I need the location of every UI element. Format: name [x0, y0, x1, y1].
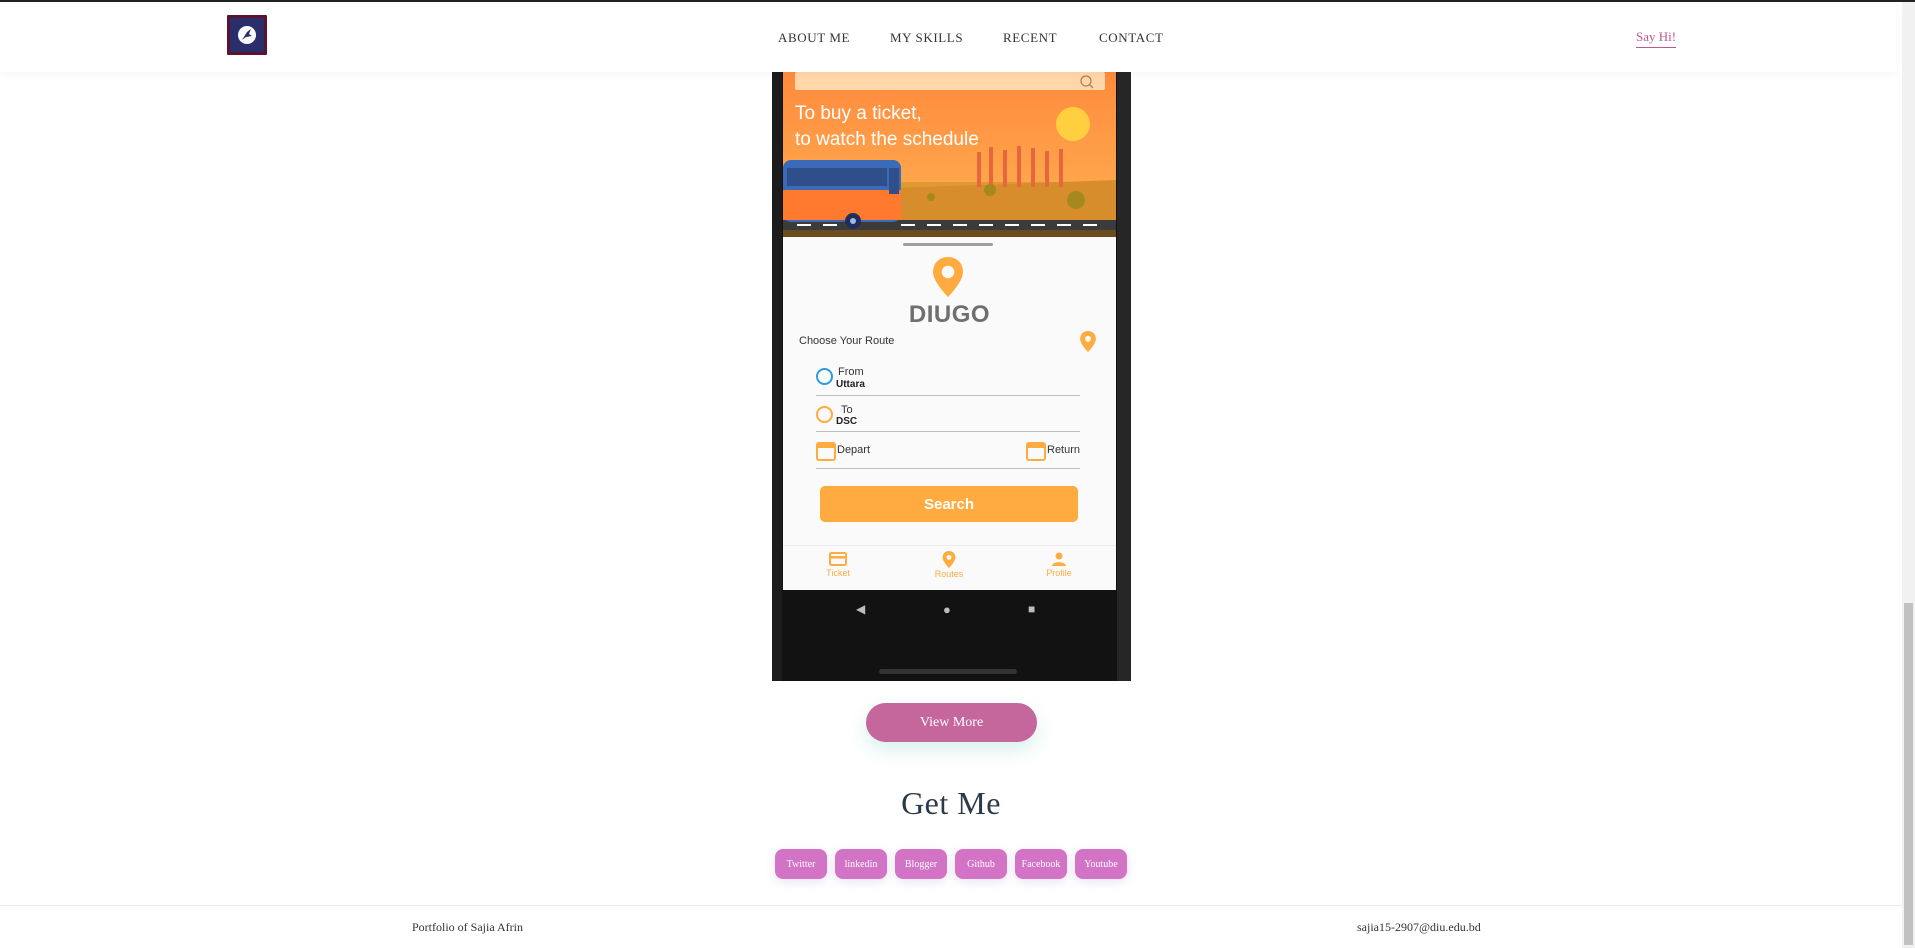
- nav-contact[interactable]: CONTACT: [1099, 30, 1164, 46]
- banner-line-1: To buy a ticket,: [795, 103, 922, 124]
- app-screen: To buy a ticket, to watch the schedule D…: [783, 72, 1116, 590]
- depart-label[interactable]: Depart: [837, 444, 870, 456]
- nav-recent[interactable]: RECENT: [1003, 30, 1057, 46]
- phone-bezel-left: [772, 72, 782, 681]
- phone-bezel-right: [1117, 72, 1131, 681]
- blogger-button[interactable]: Blogger: [895, 849, 947, 879]
- footer-email[interactable]: sajia15-2907@diu.edu.bd: [1357, 920, 1481, 935]
- twitter-button[interactable]: Twitter: [775, 849, 827, 879]
- logo-figure-icon: [238, 26, 256, 44]
- to-value: DSC: [836, 416, 858, 427]
- routes-pin-icon: [942, 551, 956, 568]
- get-me-heading: Get Me: [901, 785, 1001, 821]
- tab-ticket[interactable]: Ticket: [808, 551, 868, 578]
- banner-illustration: To buy a ticket, to watch the schedule: [783, 72, 1116, 237]
- choose-route-label: Choose Your Route: [799, 335, 895, 347]
- from-value: Uttara: [836, 379, 865, 390]
- from-field[interactable]: From Uttara: [816, 359, 1080, 396]
- footer-portfolio-text: Portfolio of Sajia Afrin: [412, 920, 523, 934]
- tab-ticket-label: Ticket: [826, 568, 850, 578]
- ticket-icon: [829, 552, 847, 566]
- logo-mark: [230, 18, 264, 52]
- search-button[interactable]: Search: [820, 486, 1078, 522]
- recents-icon[interactable]: ■: [1028, 602, 1035, 617]
- github-button[interactable]: Github: [955, 849, 1007, 879]
- dates-field: Depart Return: [816, 431, 1080, 469]
- depart-calendar-icon[interactable]: [816, 440, 836, 461]
- page-scrollbar-thumb[interactable]: [1904, 603, 1913, 945]
- site-logo[interactable]: [227, 15, 267, 55]
- view-more-button[interactable]: View More: [866, 703, 1037, 742]
- nav-about-me[interactable]: ABOUT ME: [778, 30, 850, 46]
- from-circle-icon: [816, 368, 833, 385]
- to-circle-icon: [816, 406, 833, 423]
- say-hi-link[interactable]: Say Hi!: [1636, 29, 1677, 48]
- linkedin-button[interactable]: linkedin: [835, 849, 887, 879]
- return-label[interactable]: Return: [1047, 444, 1080, 456]
- home-icon[interactable]: ●: [943, 602, 951, 618]
- phone-chin-bar: [879, 669, 1017, 674]
- bus-graphic: [783, 160, 901, 229]
- tab-routes[interactable]: Routes: [919, 551, 979, 579]
- tab-profile[interactable]: Profile: [1029, 551, 1089, 578]
- current-location-icon[interactable]: [1080, 331, 1096, 352]
- banner-line-2: to watch the schedule: [795, 129, 979, 150]
- android-system-nav: ◀ ● ■: [783, 590, 1116, 630]
- return-calendar-icon[interactable]: [1026, 440, 1046, 461]
- to-field[interactable]: To DSC: [816, 395, 1080, 432]
- facebook-button[interactable]: Facebook: [1015, 849, 1067, 879]
- back-icon[interactable]: ◀: [856, 602, 865, 617]
- tab-profile-label: Profile: [1046, 568, 1072, 578]
- from-label: From: [838, 366, 864, 378]
- nav-my-skills[interactable]: MY SKILLS: [890, 30, 963, 46]
- app-bottom-nav: Ticket Routes Profile: [783, 545, 1116, 590]
- site-header: ABOUT ME MY SKILLS RECENT CONTACT Say Hi…: [0, 2, 1896, 72]
- youtube-button[interactable]: Youtube: [1075, 849, 1127, 879]
- phone-mockup: To buy a ticket, to watch the schedule D…: [772, 72, 1131, 681]
- tab-routes-label: Routes: [934, 569, 964, 579]
- location-pin-icon: [933, 257, 963, 297]
- sheet-handle[interactable]: [903, 243, 993, 246]
- profile-icon: [1052, 552, 1066, 566]
- footer-divider: [0, 905, 1902, 906]
- app-name: DIUGO: [908, 301, 991, 328]
- to-label: To: [841, 404, 853, 416]
